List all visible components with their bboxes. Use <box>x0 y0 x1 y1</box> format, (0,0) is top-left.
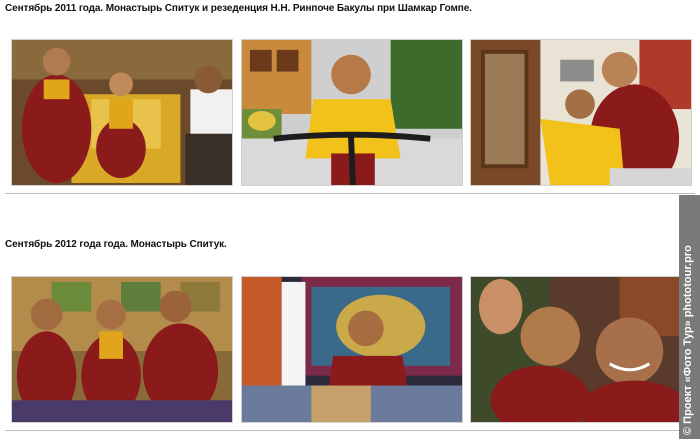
photo-thumbnail[interactable] <box>470 39 692 186</box>
photo-thumbnail[interactable] <box>470 276 692 423</box>
section-caption-2012: Сентябрь 2012 года года. Монастырь Спиту… <box>5 239 227 250</box>
photo-thumbnail[interactable] <box>241 39 463 186</box>
photo-thumbnail[interactable] <box>241 276 463 423</box>
watermark-text: © Проект «Фото Тур» phototour.pro <box>682 245 694 435</box>
photo-thumbnail[interactable] <box>11 39 233 186</box>
section-caption-2011: Сентябрь 2011 года. Монастырь Спитук и р… <box>5 3 472 14</box>
section-divider <box>5 193 695 194</box>
photo-thumbnail[interactable] <box>11 276 233 423</box>
section-divider <box>5 430 695 431</box>
watermark-strip: © Проект «Фото Тур» phototour.pro <box>679 195 700 439</box>
